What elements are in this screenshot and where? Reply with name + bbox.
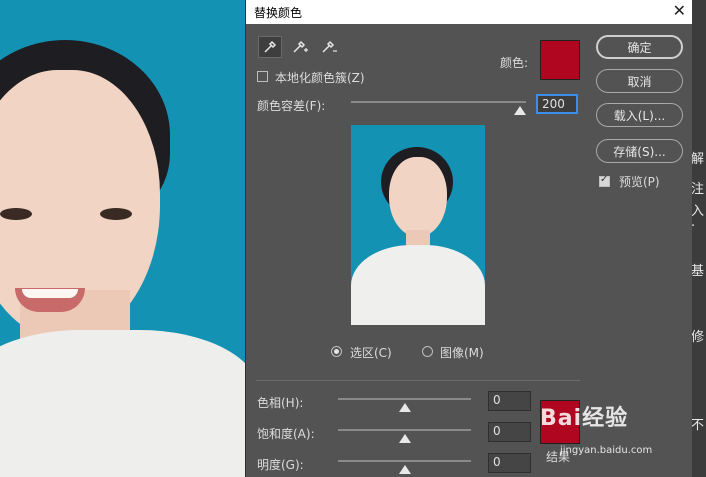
add-to-sample-tool[interactable] bbox=[288, 36, 312, 58]
panel-fragment: 注 bbox=[691, 182, 705, 197]
dialog-title: 替换颜色 bbox=[254, 6, 303, 20]
eyedropper-tool[interactable] bbox=[258, 36, 282, 58]
shirt-shape bbox=[0, 330, 245, 477]
section-divider bbox=[256, 380, 580, 381]
preview-face bbox=[389, 157, 447, 237]
teeth-shape bbox=[22, 289, 78, 298]
preview-checkbox[interactable] bbox=[599, 174, 610, 187]
panel-fragment: 不 bbox=[691, 418, 705, 433]
fuzziness-label: 颜色容差(F): bbox=[257, 99, 326, 113]
selection-radio[interactable] bbox=[331, 346, 342, 357]
panel-fragment: 解 bbox=[691, 152, 705, 167]
subtract-from-sample-tool[interactable] bbox=[317, 36, 341, 58]
save-button[interactable]: 存储(S)... bbox=[596, 139, 683, 163]
cancel-button[interactable]: 取消 bbox=[596, 69, 683, 93]
fuzziness-slider-track[interactable] bbox=[351, 101, 526, 103]
saturation-label: 饱和度(A): bbox=[257, 427, 315, 441]
selection-radio-label: 选区(C) bbox=[350, 346, 392, 360]
lightness-slider-thumb[interactable] bbox=[399, 465, 411, 474]
close-icon[interactable]: ✕ bbox=[673, 1, 686, 20]
localized-color-clusters-checkbox[interactable] bbox=[257, 71, 268, 82]
baidu-watermark-url: jingyan.baidu.com bbox=[560, 445, 653, 456]
image-radio[interactable] bbox=[422, 346, 433, 357]
lightness-input[interactable]: 0 bbox=[488, 453, 531, 473]
image-radio-label: 图像(M) bbox=[440, 346, 484, 360]
ok-button[interactable]: 确定 bbox=[596, 35, 683, 59]
preview-shirt bbox=[351, 245, 485, 325]
lightness-label: 明度(G): bbox=[257, 458, 304, 472]
fuzziness-input[interactable]: 200 bbox=[536, 94, 578, 114]
eyedropper-plus-icon bbox=[293, 40, 308, 53]
lightness-slider-track[interactable] bbox=[338, 460, 471, 462]
localized-color-clusters-label: 本地化颜色簇(Z) bbox=[275, 71, 365, 85]
dialog-titlebar[interactable]: 替换颜色 ✕ bbox=[246, 0, 692, 24]
baidu-watermark: Bai经验 bbox=[540, 406, 629, 431]
selection-preview-image bbox=[351, 125, 485, 325]
color-swatch[interactable] bbox=[540, 40, 580, 80]
saturation-slider-track[interactable] bbox=[338, 429, 471, 431]
eye-left bbox=[0, 208, 32, 220]
eyedropper-minus-icon bbox=[322, 40, 337, 53]
preview-label: 预览(P) bbox=[619, 175, 660, 189]
document-photo-canvas bbox=[0, 0, 245, 477]
hue-label: 色相(H): bbox=[257, 396, 304, 410]
eyedropper-icon bbox=[264, 40, 277, 53]
panel-fragment: 基 bbox=[691, 264, 705, 279]
hue-input[interactable]: 0 bbox=[488, 391, 531, 411]
color-label: 颜色: bbox=[500, 56, 529, 70]
hue-slider-thumb[interactable] bbox=[399, 403, 411, 412]
eye-right bbox=[100, 208, 132, 220]
saturation-slider-thumb[interactable] bbox=[399, 434, 411, 443]
saturation-input[interactable]: 0 bbox=[488, 422, 531, 442]
panel-fragment: 修 bbox=[691, 330, 705, 345]
hue-slider-track[interactable] bbox=[338, 398, 471, 400]
panel-fragment: 入· bbox=[691, 204, 705, 234]
load-button[interactable]: 载入(L)... bbox=[596, 103, 683, 127]
right-panel-strip: 解 注 入· 基 修 不 bbox=[691, 0, 706, 477]
fuzziness-slider-thumb[interactable] bbox=[514, 106, 526, 115]
